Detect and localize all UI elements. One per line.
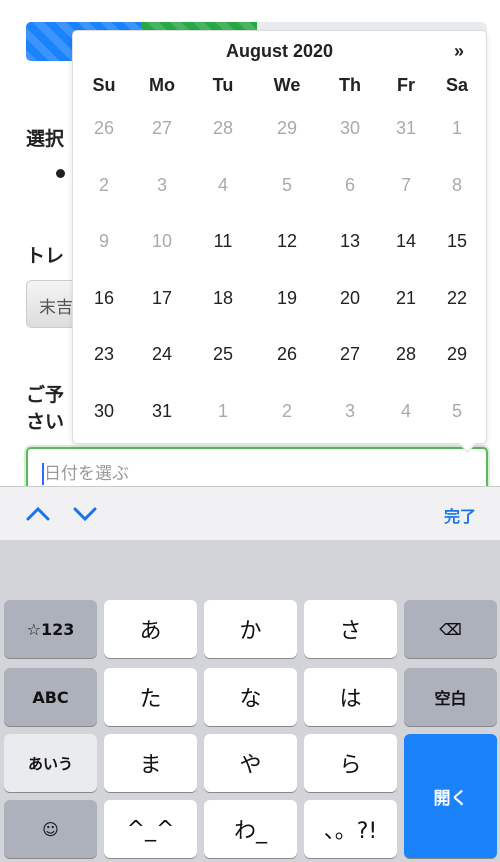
- calendar-day-disabled: 28: [212, 118, 234, 138]
- calendar-day-disabled: 5: [281, 174, 292, 195]
- datepicker-month-title: August 2020: [225, 41, 334, 61]
- weekday-header: Su: [92, 75, 116, 95]
- weekday-header: Tu: [212, 75, 234, 95]
- calendar-day[interactable]: 19: [262, 288, 312, 309]
- calendar-day-disabled: 4: [217, 174, 228, 195]
- date-placeholder: 日付を選ぶ: [44, 464, 129, 484]
- calendar-day-disabled: 27: [151, 118, 173, 138]
- calendar-day[interactable]: 21: [381, 288, 431, 309]
- field-label-trainer: トレ: [26, 245, 65, 267]
- calendar-day-disabled: 3: [344, 400, 355, 421]
- calendar-day-disabled: 7: [400, 174, 411, 195]
- field-label-selection: 選択: [26, 128, 65, 150]
- calendar-day[interactable]: 24: [137, 344, 187, 365]
- next-month-button[interactable]: »: [454, 41, 464, 62]
- delete-key[interactable]: ⌫: [404, 600, 497, 658]
- calendar-day-disabled: 6: [344, 174, 355, 195]
- field-label-date-2: さい: [26, 411, 65, 433]
- calendar-day[interactable]: 18: [198, 288, 248, 309]
- a-key[interactable]: あ: [104, 600, 197, 658]
- calendar-day-disabled: 26: [93, 118, 115, 138]
- sa-key[interactable]: さ: [304, 600, 397, 658]
- ma-key[interactable]: ま: [104, 734, 197, 792]
- calendar-day[interactable]: 27: [325, 344, 375, 365]
- calendar-day[interactable]: 30: [79, 401, 129, 422]
- wa-key[interactable]: わ_: [204, 800, 297, 858]
- datepicker-popup: August 2020 » Su Mo Tu We Th Fr Sa 26 27 28 29 30 31…: [72, 30, 487, 444]
- weekday-header: Fr: [397, 75, 415, 95]
- space-key[interactable]: 空白: [404, 668, 497, 726]
- abc-key[interactable]: ABC: [4, 668, 97, 726]
- calendar-day-disabled: 1: [217, 400, 228, 421]
- calendar-day[interactable]: 11: [198, 231, 248, 252]
- calendar-day-disabled: 31: [395, 118, 417, 138]
- calendar-day[interactable]: 25: [198, 344, 248, 365]
- trainer-select-value: 末吉: [39, 298, 73, 318]
- field-label-date-1: ご予: [26, 384, 65, 406]
- chevron-down-icon[interactable]: [72, 501, 98, 527]
- calendar-day-disabled: 1: [451, 118, 462, 138]
- calendar-day[interactable]: 22: [432, 288, 482, 309]
- calendar-day-disabled: 30: [339, 118, 361, 138]
- calendar-day-disabled: 2: [98, 174, 109, 195]
- calendar-day[interactable]: 14: [381, 231, 431, 252]
- calendar-day[interactable]: 17: [137, 288, 187, 309]
- calendar-day[interactable]: 31: [137, 401, 187, 422]
- keyboard-accessory-toolbar: 完了: [0, 486, 500, 540]
- calendar-day[interactable]: 20: [325, 288, 375, 309]
- ra-key[interactable]: ら: [304, 734, 397, 792]
- calendar-day[interactable]: 28: [381, 344, 431, 365]
- bullet: [56, 169, 65, 178]
- chevron-up-icon[interactable]: [25, 501, 51, 527]
- calendar-day[interactable]: 29: [432, 344, 482, 365]
- kana-mode-key[interactable]: あいう: [4, 734, 97, 792]
- calendar-day-disabled: 29: [276, 118, 298, 138]
- emoji-key[interactable]: ☺: [4, 800, 97, 858]
- calendar-day[interactable]: 16: [79, 288, 129, 309]
- calendar-day[interactable]: 12: [262, 231, 312, 252]
- ka-key[interactable]: か: [204, 600, 297, 658]
- calendar-day-disabled: 2: [281, 400, 292, 421]
- done-button[interactable]: 完了: [444, 503, 476, 527]
- weekday-header: Mo: [149, 75, 175, 95]
- calendar-day[interactable]: 23: [79, 344, 129, 365]
- open-key[interactable]: 開く: [404, 734, 497, 858]
- ta-key[interactable]: た: [104, 668, 197, 726]
- calendar-day-disabled: 9: [98, 231, 109, 251]
- calendar-day[interactable]: 13: [325, 231, 375, 252]
- calendar-day-disabled: 3: [156, 174, 167, 195]
- calendar-day[interactable]: 26: [262, 344, 312, 365]
- calendar-day-disabled: 4: [400, 400, 411, 421]
- calendar-day-disabled: 8: [451, 174, 462, 195]
- na-key[interactable]: な: [204, 668, 297, 726]
- weekday-header: Th: [339, 75, 361, 95]
- calendar-day-disabled: 10: [151, 231, 173, 251]
- weekday-header: Sa: [445, 75, 469, 95]
- punctuation-key[interactable]: 、。?!: [304, 800, 397, 858]
- keyboard: ☆123 あかさ ⌫ ABC たなは空白あいうまやら開く ☺ ^_^ わ_、。?!: [0, 540, 500, 862]
- ha-key[interactable]: は: [304, 668, 397, 726]
- numbers-key[interactable]: ☆123: [4, 600, 97, 658]
- calendar-day-disabled: 5: [451, 400, 462, 421]
- kaomoji-key[interactable]: ^_^: [104, 800, 197, 858]
- ya-key[interactable]: や: [204, 734, 297, 792]
- calendar-day[interactable]: 15: [432, 231, 482, 252]
- weekday-header: We: [273, 75, 301, 95]
